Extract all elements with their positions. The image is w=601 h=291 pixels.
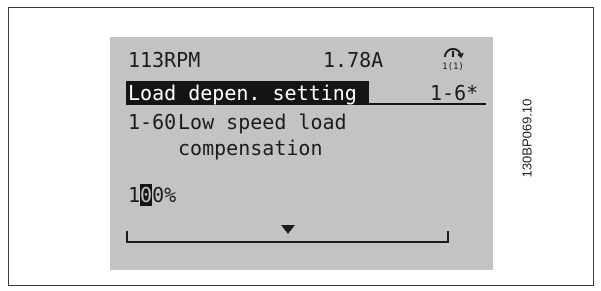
page: 113RPM 1.78A 1(1) Load depen. setting 1-… [0, 0, 601, 291]
parameter-group-bar: Load depen. setting 1-6* [126, 81, 486, 105]
slider-track [126, 241, 449, 243]
figure-frame: 113RPM 1.78A 1(1) Load depen. setting 1-… [8, 7, 594, 286]
slider-max-tick [447, 231, 449, 243]
group-name: Load depen. setting [128, 81, 357, 105]
parameter-name-line-2: compensation [178, 136, 323, 160]
lcd-display: 113RPM 1.78A 1(1) Load depen. setting 1-… [110, 37, 493, 270]
setup-1-icon: 1(1) [442, 48, 464, 71]
figure-id: 130BP069.10 [519, 98, 535, 178]
value-digit-3[interactable]: 0 [152, 184, 164, 206]
value-slider[interactable] [126, 221, 449, 243]
parameter-number: 1-60 [128, 110, 177, 134]
value-digit-1[interactable]: 1 [128, 184, 140, 206]
current-readout: 1.78A [323, 48, 384, 72]
speed-readout: 113RPM [128, 48, 201, 72]
value-unit: % [164, 183, 177, 207]
setup-number: 1(1) [442, 62, 464, 71]
value-digit-2-cursor[interactable]: 0 [140, 184, 153, 206]
slider-marker-icon[interactable] [280, 225, 295, 234]
parameter-value[interactable]: 1 0 0 % [128, 183, 176, 207]
group-code: 1-6* [430, 81, 479, 105]
parameter-name-line-1: Low speed load [178, 110, 347, 134]
